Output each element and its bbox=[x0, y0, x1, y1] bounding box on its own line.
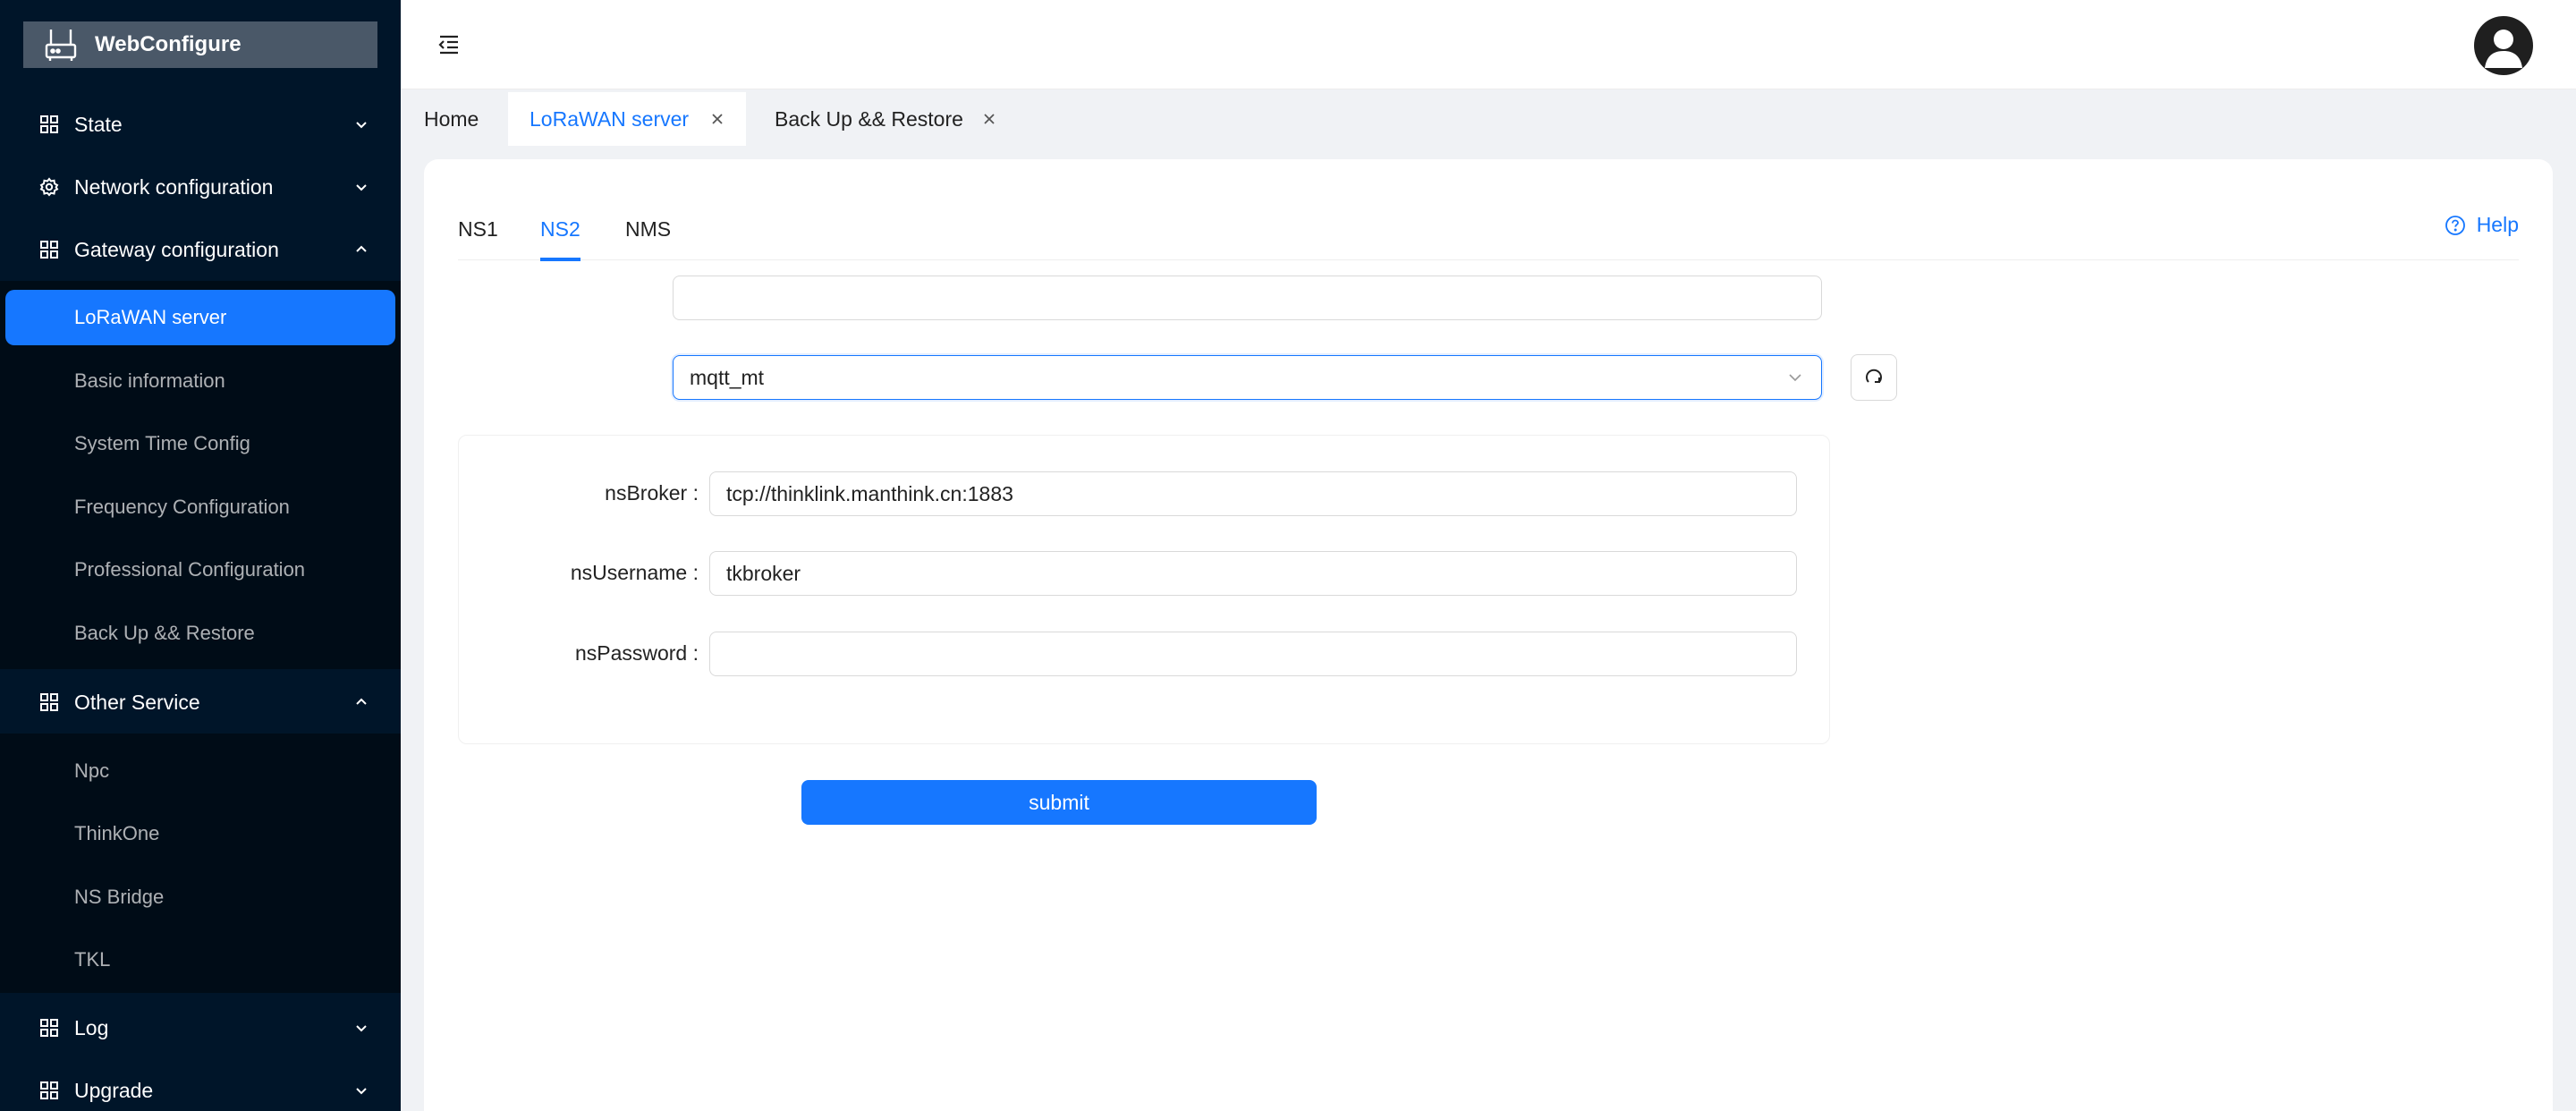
chevron-down-icon bbox=[356, 122, 367, 129]
help-link[interactable]: Help bbox=[2445, 213, 2519, 237]
tab-lorawan-server[interactable]: LoRaWAN server bbox=[508, 92, 746, 146]
sidebar-item-label: ThinkOne bbox=[74, 822, 160, 844]
menu-other-service[interactable]: Other Service bbox=[0, 671, 401, 734]
sidebar-item-label: Back Up && Restore bbox=[74, 622, 255, 644]
menu-state[interactable]: State bbox=[0, 93, 401, 156]
sidebar-item-basic-information[interactable]: Basic information bbox=[0, 353, 401, 409]
sidebar-item-professional-configuration[interactable]: Professional Configuration bbox=[0, 542, 401, 598]
refresh-button[interactable] bbox=[1851, 354, 1897, 401]
nspassword-label: nsPassword : bbox=[574, 641, 699, 665]
nspassword-input[interactable] bbox=[709, 632, 1797, 676]
tab-label: LoRaWAN server bbox=[530, 106, 690, 131]
chevron-down-icon bbox=[356, 1088, 367, 1095]
question-circle-icon bbox=[2445, 215, 2465, 235]
chevron-down-icon bbox=[356, 1025, 367, 1032]
close-icon[interactable] bbox=[710, 112, 724, 126]
appstore-icon bbox=[40, 241, 58, 259]
app-title: WebConfigure bbox=[95, 32, 242, 56]
chevron-up-icon bbox=[356, 245, 367, 252]
nsbroker-input[interactable]: tcp://thinklink.manthink.cn:1883 bbox=[709, 471, 1797, 516]
sidebar-item-thinkone[interactable]: ThinkOne bbox=[0, 806, 401, 861]
chevron-down-icon bbox=[356, 184, 367, 191]
menu-gateway-label: Gateway configuration bbox=[74, 237, 279, 261]
nsusername-label: nsUsername : bbox=[570, 561, 699, 584]
menu-fold-icon[interactable] bbox=[436, 32, 462, 57]
appstore-icon bbox=[40, 115, 58, 133]
nsusername-input[interactable]: tkbroker bbox=[709, 551, 1797, 596]
reload-icon bbox=[1866, 369, 1882, 383]
sidebar-item-frequency-configuration[interactable]: Frequency Configuration bbox=[0, 479, 401, 535]
ns-tabs: NS1 NS2 NMS bbox=[458, 204, 2519, 261]
menu-log[interactable]: Log bbox=[0, 997, 401, 1059]
tab-ns1[interactable]: NS1 bbox=[458, 204, 498, 260]
chevron-up-icon bbox=[356, 698, 367, 705]
menu-network-label: Network configuration bbox=[74, 174, 274, 199]
sidebar-item-system-time-config[interactable]: System Time Config bbox=[0, 416, 401, 471]
sidebar-item-label: Npc bbox=[74, 759, 110, 782]
close-icon[interactable] bbox=[982, 112, 996, 126]
sidebar-item-label: TKL bbox=[74, 948, 111, 971]
content-card: NS1 NS2 NMS Help gweui : nsProtocol : mq… bbox=[424, 159, 2553, 1111]
menu-gateway-configuration[interactable]: Gateway configuration bbox=[0, 218, 401, 281]
appstore-icon bbox=[40, 1081, 58, 1099]
menu-log-label: Log bbox=[74, 1015, 109, 1039]
appstore-icon bbox=[40, 693, 58, 711]
sidebar-item-lorawan-server[interactable]: LoRaWAN server bbox=[5, 290, 395, 345]
tab-label: Home bbox=[424, 106, 479, 131]
page-tabs-bar: Home LoRaWAN server Back Up && Restore bbox=[401, 90, 2576, 148]
tab-ns2[interactable]: NS2 bbox=[540, 204, 580, 261]
sidebar-item-npc[interactable]: Npc bbox=[0, 743, 401, 799]
sidebar-item-label: Professional Configuration bbox=[74, 558, 306, 581]
appstore-icon bbox=[40, 1019, 58, 1037]
sidebar: WebConfigure State Network configuration… bbox=[0, 0, 401, 1111]
sidebar-item-label: Basic information bbox=[74, 369, 225, 392]
help-label: Help bbox=[2476, 213, 2519, 236]
sidebar-item-ns-bridge[interactable]: NS Bridge bbox=[0, 869, 401, 925]
sidebar-item-backup-restore[interactable]: Back Up && Restore bbox=[0, 606, 401, 661]
nsbroker-label: nsBroker : bbox=[605, 481, 699, 505]
nsprotocol-value: mqtt_mt bbox=[690, 365, 765, 389]
tab-home[interactable]: Home bbox=[401, 92, 506, 146]
sidebar-item-label: LoRaWAN server bbox=[74, 306, 227, 328]
menu-upgrade[interactable]: Upgrade bbox=[0, 1059, 401, 1111]
tab-backup-restore[interactable]: Back Up && Restore bbox=[748, 92, 1016, 146]
broker-settings-panel: nsBroker : tcp://thinklink.manthink.cn:1… bbox=[458, 435, 1830, 744]
user-avatar[interactable] bbox=[2474, 16, 2533, 75]
sidebar-item-tkl[interactable]: TKL bbox=[0, 932, 401, 988]
menu-state-label: State bbox=[74, 112, 123, 136]
tab-label: Back Up && Restore bbox=[775, 106, 963, 131]
sidebar-item-label: System Time Config bbox=[74, 432, 250, 454]
chevron-down-icon bbox=[1789, 374, 1801, 382]
menu-upgrade-label: Upgrade bbox=[74, 1078, 154, 1102]
router-icon bbox=[43, 27, 79, 63]
submit-button[interactable]: submit bbox=[801, 780, 1317, 825]
gear-icon bbox=[39, 177, 59, 197]
tab-nms[interactable]: NMS bbox=[625, 204, 671, 260]
sidebar-item-label: NS Bridge bbox=[74, 886, 165, 908]
menu-other-label: Other Service bbox=[74, 690, 200, 714]
gweui-input[interactable] bbox=[673, 276, 1822, 320]
nsprotocol-select[interactable]: mqtt_mt bbox=[673, 355, 1822, 400]
sidebar-item-label: Frequency Configuration bbox=[74, 496, 290, 518]
menu-network-configuration[interactable]: Network configuration bbox=[0, 156, 401, 218]
user-icon bbox=[2485, 30, 2522, 68]
top-header bbox=[401, 0, 2576, 89]
brand[interactable]: WebConfigure bbox=[23, 21, 377, 68]
